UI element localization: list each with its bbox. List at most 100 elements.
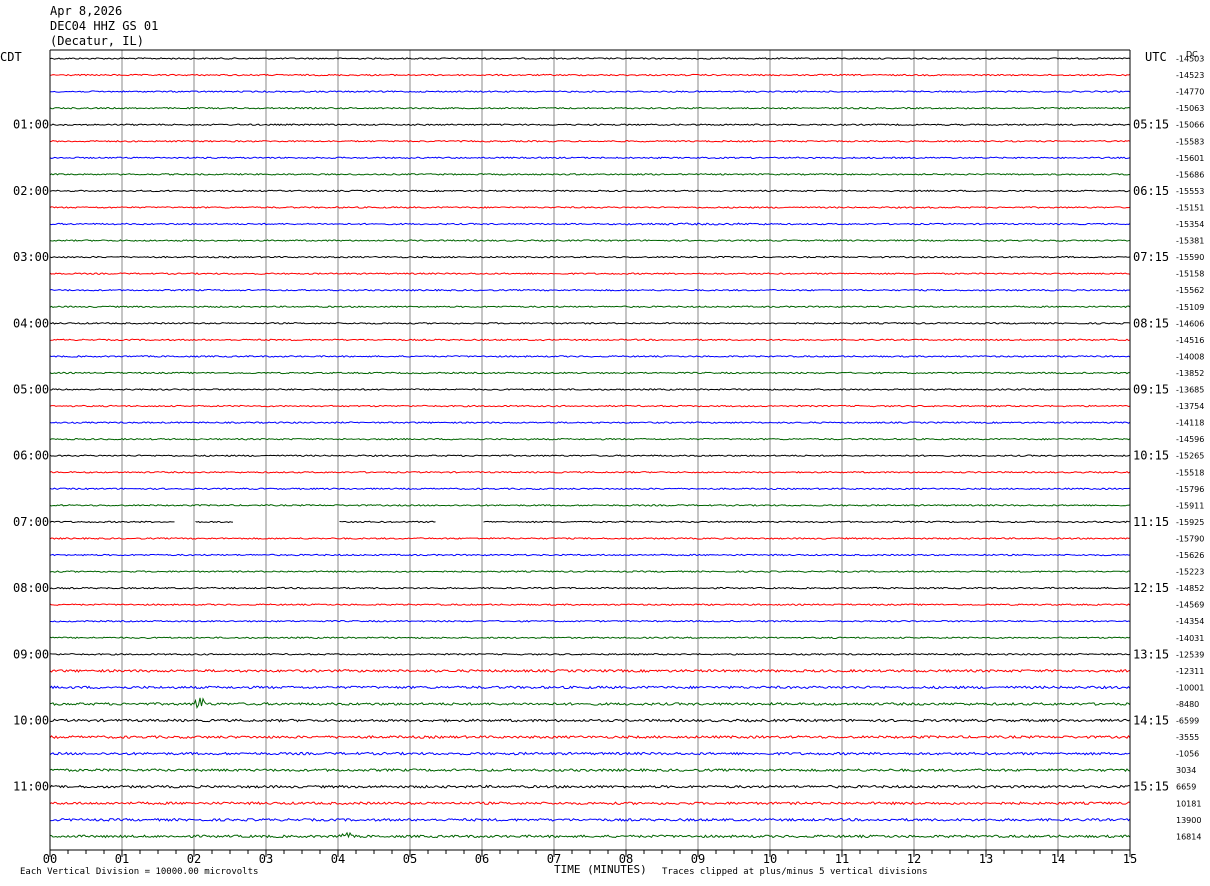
trace-line xyxy=(49,697,1131,710)
right-timezone-label: UTC xyxy=(1145,50,1167,64)
cdt-hour-label: 11:00 xyxy=(13,780,49,794)
x-tick-label: 14 xyxy=(1051,852,1065,866)
utc-hour-label: 10:15 xyxy=(1133,449,1169,463)
utc-hour-label: 13:15 xyxy=(1133,647,1169,661)
trace-line xyxy=(49,321,1131,325)
trace-offset-label: -15518 xyxy=(1176,468,1204,477)
trace-offset-label: -14852 xyxy=(1176,584,1204,593)
utc-hour-label: 14:15 xyxy=(1133,714,1169,728)
trace-line xyxy=(49,668,1131,673)
trace-line xyxy=(49,537,1131,540)
trace-offset-label: -14031 xyxy=(1176,634,1204,643)
cdt-hour-label: 06:00 xyxy=(13,449,49,463)
trace-line xyxy=(49,768,1131,773)
trace-offset-label: -14008 xyxy=(1176,352,1204,361)
trace-offset-label: -15911 xyxy=(1176,501,1204,510)
cdt-hour-label: 05:00 xyxy=(13,383,49,397)
trace-line xyxy=(49,288,1131,292)
trace-line xyxy=(49,735,1131,739)
cdt-hour-label: 01:00 xyxy=(13,118,49,132)
x-tick-label: 04 xyxy=(331,852,345,866)
trace-line xyxy=(49,636,1131,640)
utc-hour-label: 08:15 xyxy=(1133,316,1169,330)
trace-offset-label: -15109 xyxy=(1176,303,1204,312)
utc-hour-label: 09:15 xyxy=(1133,383,1169,397)
time-gridlines xyxy=(121,50,1059,850)
utc-hour-label: 15:15 xyxy=(1133,780,1169,794)
trace-line xyxy=(49,454,1131,457)
trace-line xyxy=(49,487,1131,491)
cdt-hour-label: 07:00 xyxy=(13,515,49,529)
trace-line xyxy=(49,437,1131,441)
trace-offset-label: -15265 xyxy=(1176,452,1204,461)
x-tick-label: 09 xyxy=(691,852,705,866)
trace-line xyxy=(49,718,1131,723)
trace-line xyxy=(49,123,1131,126)
x-tick-label: 00 xyxy=(43,852,57,866)
trace-line xyxy=(49,189,1131,193)
trace-line xyxy=(49,106,1131,110)
helicorder-plot: -14503-14523-14770-15063-15066-15583-156… xyxy=(0,49,1204,866)
trace-line xyxy=(49,570,1131,573)
x-tick-label: 03 xyxy=(259,852,273,866)
trace-offset-label: -15790 xyxy=(1176,534,1204,543)
trace-offset-label: -14523 xyxy=(1176,71,1204,80)
trace-line xyxy=(49,520,1131,524)
x-tick-label: 02 xyxy=(187,852,201,866)
trace-offset-label: -8480 xyxy=(1176,700,1199,709)
network-code-label: DC xyxy=(1186,50,1198,59)
trace-offset-label: -14606 xyxy=(1176,319,1204,328)
trace-line xyxy=(49,553,1131,557)
trace-offset-label: 16814 xyxy=(1176,832,1201,841)
cdt-hour-label: 08:00 xyxy=(13,581,49,595)
trace-offset-label: -15626 xyxy=(1176,551,1204,560)
trace-line xyxy=(49,156,1131,160)
trace-offset-label: -3555 xyxy=(1176,733,1199,742)
trace-line xyxy=(49,603,1131,607)
trace-offset-label: -15583 xyxy=(1176,137,1204,146)
trace-offset-label: -14118 xyxy=(1176,419,1204,428)
trace-offset-label: -15354 xyxy=(1176,220,1204,229)
trace-offset-label: -15562 xyxy=(1176,286,1204,295)
trace-line xyxy=(49,751,1131,756)
trace-line xyxy=(49,355,1131,358)
trace-line xyxy=(49,470,1131,474)
x-tick-label: 10 xyxy=(763,852,777,866)
trace-line xyxy=(49,685,1131,690)
trace-offset-label: 3034 xyxy=(1176,766,1196,775)
trace-offset-label: -10001 xyxy=(1176,683,1204,692)
trace-offset-label: -15686 xyxy=(1176,170,1204,179)
trace-offset-label: -15590 xyxy=(1176,253,1204,262)
trace-offset-label: -14354 xyxy=(1176,617,1204,626)
trace-line xyxy=(49,305,1131,309)
trace-offset-label: 10181 xyxy=(1176,799,1201,808)
trace-line xyxy=(49,272,1131,275)
trace-offset-label: -6599 xyxy=(1176,717,1199,726)
utc-hour-label: 12:15 xyxy=(1133,581,1169,595)
trace-offset-label: -13685 xyxy=(1176,386,1204,395)
x-tick-label: 13 xyxy=(979,852,993,866)
cdt-hour-label: 10:00 xyxy=(13,714,49,728)
trace-line xyxy=(49,90,1131,93)
utc-hour-label: 05:15 xyxy=(1133,118,1169,132)
trace-line xyxy=(49,57,1131,60)
trace-offset-label: -15151 xyxy=(1176,203,1204,212)
trace-line xyxy=(49,784,1131,789)
trace-offset-label: -12311 xyxy=(1176,667,1204,676)
x-tick-label: 15 xyxy=(1123,852,1137,866)
trace-line xyxy=(49,831,1131,839)
trace-offset-label: -12539 xyxy=(1176,650,1204,659)
trace-line xyxy=(49,586,1131,590)
trace-offset-label: -15601 xyxy=(1176,154,1204,163)
trace-offset-label: 13900 xyxy=(1176,816,1201,825)
left-timezone-label: CDT xyxy=(0,50,22,64)
trace-offset-label: -14516 xyxy=(1176,336,1204,345)
x-tick-label: 01 xyxy=(115,852,129,866)
x-tick-label: 11 xyxy=(835,852,849,866)
trace-line xyxy=(49,619,1131,623)
trace-offset-label: -14596 xyxy=(1176,435,1204,444)
trace-line xyxy=(49,255,1131,259)
trace-line xyxy=(49,222,1131,226)
trace-offset-label: -15063 xyxy=(1176,104,1204,113)
trace-line xyxy=(49,404,1131,408)
